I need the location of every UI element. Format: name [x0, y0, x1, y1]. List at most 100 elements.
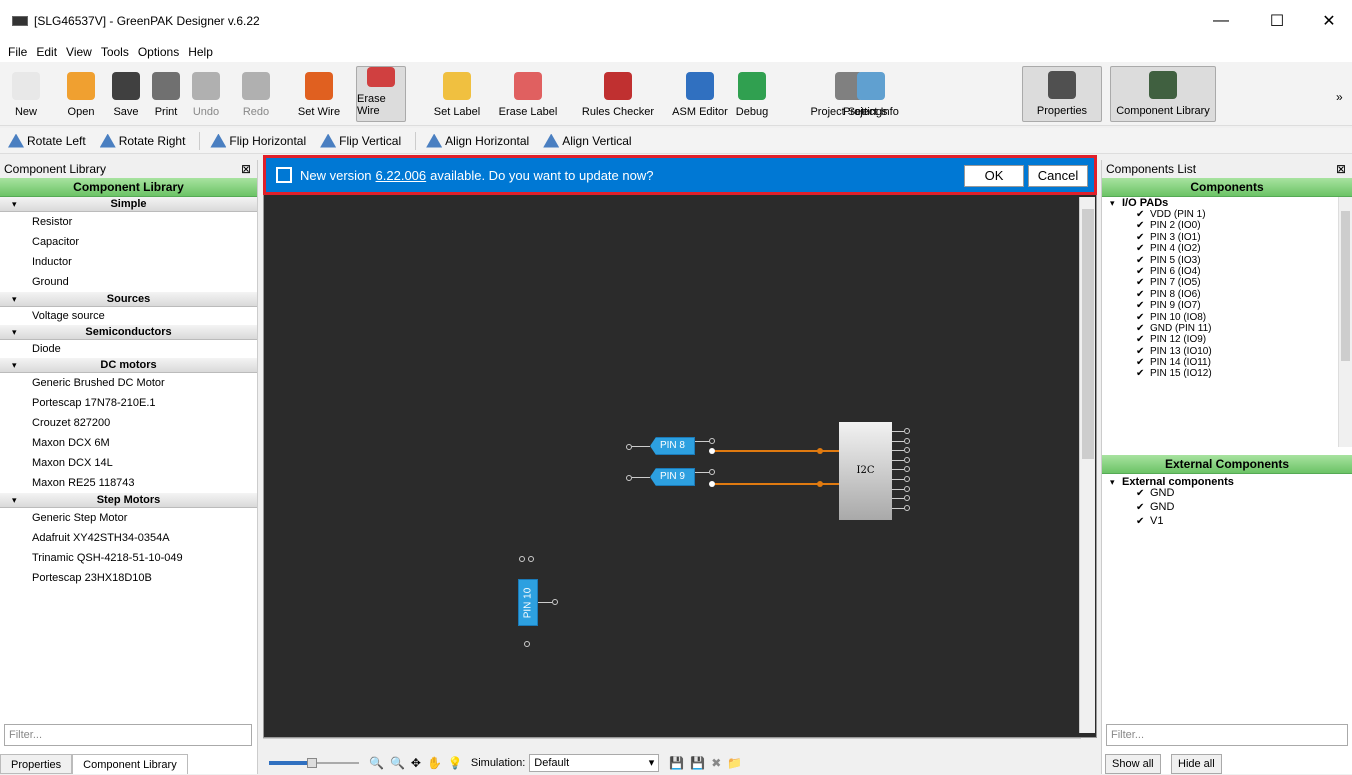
external-component-item[interactable]: V1 — [1102, 516, 1352, 530]
asm-editor-button[interactable]: ASM Editor — [670, 66, 730, 122]
library-item[interactable]: Portescap 23HX18D10B — [0, 568, 257, 588]
pin-10-output-terminal[interactable] — [552, 599, 558, 605]
canvas-horizontal-scrollbar[interactable] — [263, 738, 1081, 752]
show-all-button[interactable]: Show all — [1105, 754, 1161, 774]
pin-8-input-terminal[interactable] — [626, 444, 632, 450]
scroll-thumb[interactable] — [1082, 209, 1094, 459]
library-item[interactable]: Maxon DCX 6M — [0, 433, 257, 453]
delete-sim-icon[interactable]: ✖ — [711, 756, 721, 770]
pin-10-terminal-a[interactable] — [519, 556, 525, 562]
category-semiconductors[interactable]: Semiconductors — [0, 325, 257, 340]
component-checkbox-item[interactable]: PIN 4 (IO2) — [1102, 243, 1352, 254]
wire-pin9-i2c[interactable] — [715, 483, 821, 485]
menu-tools[interactable]: Tools — [101, 45, 129, 59]
library-item[interactable]: Inductor — [0, 252, 257, 272]
zoom-in-icon[interactable]: 🔍 — [390, 756, 405, 770]
rotate-right-button[interactable]: Rotate Right — [99, 133, 185, 148]
flip-vertical-button[interactable]: Flip Vertical — [320, 133, 401, 148]
set-label-button[interactable]: Set Label — [432, 66, 482, 122]
hide-all-button[interactable]: Hide all — [1171, 754, 1222, 774]
pin-9-block[interactable]: PIN 9 — [650, 468, 695, 486]
library-item[interactable]: Trinamic QSH-4218-51-10-049 — [0, 548, 257, 568]
pin-9-output-terminal[interactable] — [709, 469, 715, 475]
library-item[interactable]: Adafruit XY42STH34-0354A — [0, 528, 257, 548]
i2c-output-terminal[interactable] — [904, 485, 910, 492]
io-pads-group[interactable]: I/O PADs — [1102, 197, 1352, 209]
menu-edit[interactable]: Edit — [36, 45, 57, 59]
library-item[interactable]: Maxon DCX 14L — [0, 453, 257, 473]
menu-options[interactable]: Options — [138, 45, 179, 59]
flip-horizontal-button[interactable]: Flip Horizontal — [210, 133, 306, 148]
external-component-item[interactable]: GND — [1102, 488, 1352, 502]
io-list-scrollbar[interactable] — [1338, 197, 1352, 447]
library-filter-input[interactable]: Filter... — [4, 724, 252, 746]
library-item[interactable]: Crouzet 827200 — [0, 413, 257, 433]
close-button[interactable]: ✕ — [1306, 0, 1352, 42]
i2c-output-terminal[interactable] — [904, 456, 910, 463]
component-checkbox-item[interactable]: VDD (PIN 1) — [1102, 209, 1352, 220]
close-panel-icon[interactable]: ⊠ — [1336, 162, 1346, 176]
pin-10-terminal-b[interactable] — [528, 556, 534, 562]
save-button[interactable]: Save — [108, 66, 144, 122]
fit-view-icon[interactable]: ✥ — [411, 756, 421, 770]
component-checkbox-item[interactable]: PIN 15 (IO12) — [1102, 368, 1352, 379]
menu-file[interactable]: File — [8, 45, 27, 59]
zoom-out-icon[interactable]: 🔍 — [369, 756, 384, 770]
pin-8-output-terminal[interactable] — [709, 438, 715, 444]
erase-wire-button[interactable]: Erase Wire — [356, 66, 406, 122]
pin-10-bottom-terminal[interactable] — [524, 641, 530, 647]
category-dc-motors[interactable]: DC motors — [0, 358, 257, 373]
library-item[interactable]: Ground — [0, 272, 257, 292]
component-checkbox-item[interactable]: PIN 7 (IO5) — [1102, 277, 1352, 288]
library-item[interactable]: Resistor — [0, 212, 257, 232]
component-checkbox-item[interactable]: PIN 8 (IO6) — [1102, 289, 1352, 300]
tab-component-library[interactable]: Component Library — [72, 754, 188, 774]
save-sim-icon[interactable]: 💾 — [669, 756, 684, 770]
component-checkbox-item[interactable]: GND (PIN 11) — [1102, 323, 1352, 334]
i2c-block[interactable]: I2C — [839, 422, 892, 520]
menu-view[interactable]: View — [66, 45, 92, 59]
print-button[interactable]: Print — [148, 66, 184, 122]
i2c-output-terminal[interactable] — [904, 495, 910, 502]
i2c-output-terminal[interactable] — [904, 466, 910, 473]
ok-button[interactable]: OK — [964, 165, 1024, 187]
library-item[interactable]: Diode — [0, 340, 257, 358]
component-checkbox-item[interactable]: PIN 9 (IO7) — [1102, 300, 1352, 311]
redo-button[interactable]: Redo — [238, 66, 274, 122]
rules-checker-button[interactable]: Rules Checker — [572, 66, 664, 122]
i2c-output-terminal[interactable] — [904, 504, 910, 511]
version-link[interactable]: 6.22.006 — [376, 168, 427, 183]
library-item[interactable]: Capacitor — [0, 232, 257, 252]
pin-9-input-terminal[interactable] — [626, 475, 632, 481]
minimize-button[interactable]: — — [1198, 0, 1244, 42]
library-item[interactable]: Maxon RE25 118743 — [0, 473, 257, 493]
i2c-output-terminal[interactable] — [904, 476, 910, 482]
external-components-group[interactable]: External components — [1102, 476, 1352, 488]
align-horizontal-button[interactable]: Align Horizontal — [426, 133, 529, 148]
library-item[interactable]: Generic Step Motor — [0, 508, 257, 528]
open-sim-icon[interactable]: 📁 — [727, 756, 742, 770]
canvas-vertical-scrollbar[interactable] — [1079, 197, 1095, 733]
pin-10-block[interactable]: PIN 10 — [518, 579, 538, 626]
component-checkbox-item[interactable]: PIN 13 (IO10) — [1102, 346, 1352, 357]
component-library-button[interactable]: Component Library — [1110, 66, 1216, 122]
category-step-motors[interactable]: Step Motors — [0, 493, 257, 508]
simulation-select[interactable]: Default — [529, 754, 660, 772]
component-checkbox-item[interactable]: PIN 5 (IO3) — [1102, 255, 1352, 266]
components-filter-input[interactable]: Filter... — [1106, 724, 1348, 746]
project-info-button[interactable]: Project Info — [840, 66, 902, 122]
debug-button[interactable]: Debug — [736, 66, 768, 122]
wire-pin8-i2c[interactable] — [715, 450, 821, 452]
component-checkbox-item[interactable]: PIN 10 (IO8) — [1102, 312, 1352, 323]
i2c-output-terminal[interactable] — [904, 437, 910, 444]
library-item[interactable]: Generic Brushed DC Motor — [0, 373, 257, 393]
zoom-slider[interactable] — [269, 758, 359, 768]
component-checkbox-item[interactable]: PIN 2 (IO0) — [1102, 220, 1352, 231]
component-checkbox-item[interactable]: PIN 14 (IO11) — [1102, 357, 1352, 368]
external-component-item[interactable]: GND — [1102, 502, 1352, 516]
erase-label-button[interactable]: Erase Label — [498, 66, 558, 122]
library-item[interactable]: Voltage source — [0, 307, 257, 325]
align-vertical-button[interactable]: Align Vertical — [543, 133, 632, 148]
undo-button[interactable]: Undo — [188, 66, 224, 122]
pin-8-block[interactable]: PIN 8 — [650, 437, 695, 455]
